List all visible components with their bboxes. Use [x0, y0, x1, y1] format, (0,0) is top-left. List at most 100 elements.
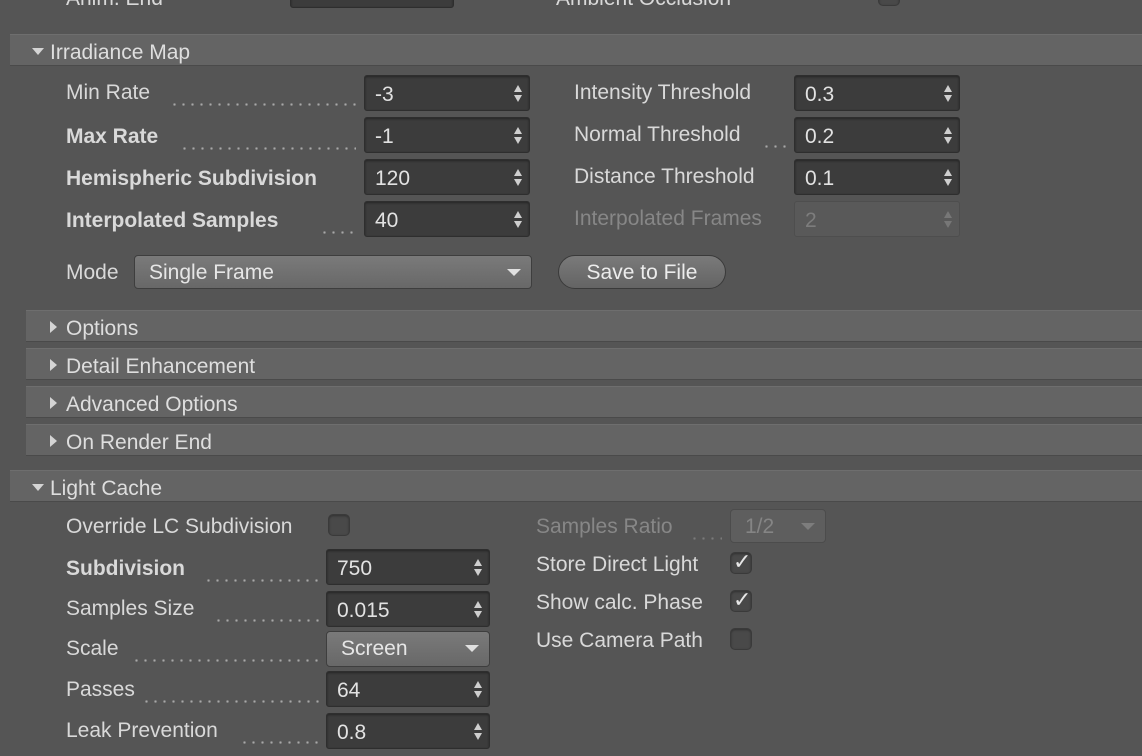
leader-dots: [170, 103, 356, 106]
section-light-cache[interactable]: Light Cache: [10, 470, 1142, 502]
interpolated-samples-field[interactable]: 40: [364, 201, 530, 237]
section-irradiance-map[interactable]: Irradiance Map: [10, 34, 1142, 66]
spinner-arrows-icon[interactable]: [513, 85, 523, 103]
spinner-arrows-icon[interactable]: [473, 723, 483, 741]
normal-threshold-field[interactable]: 0.2: [794, 117, 960, 153]
passes-value: 64: [337, 679, 361, 702]
checkmark-icon: ✓: [733, 549, 752, 574]
leader-dots: [240, 741, 320, 744]
spinner-arrows-icon[interactable]: [943, 85, 953, 103]
scale-value: Screen: [341, 637, 408, 660]
store-direct-light-label: Store Direct Light: [536, 553, 699, 576]
spinner-arrows-icon[interactable]: [943, 169, 953, 187]
intensity-threshold-label: Intensity Threshold: [574, 81, 752, 104]
distance-threshold-field[interactable]: 0.1: [794, 159, 960, 195]
disclosure-triangle-right-icon: [50, 321, 57, 333]
leader-dots: [180, 147, 356, 150]
max-rate-field[interactable]: -1: [364, 117, 530, 153]
samples-size-field[interactable]: 0.015: [326, 591, 490, 627]
samples-ratio-value: 1/2: [745, 515, 775, 538]
leak-prevention-value: 0.8: [337, 721, 367, 744]
ambient-occlusion-checkbox[interactable]: [878, 0, 900, 6]
use-camera-path-label: Use Camera Path: [536, 629, 703, 652]
section-advanced-options[interactable]: Advanced Options: [26, 386, 1142, 418]
save-to-file-button[interactable]: Save to File: [558, 255, 726, 289]
section-title: Advanced Options: [66, 393, 238, 416]
samples-size-value: 0.015: [337, 599, 390, 622]
max-rate-value: -1: [375, 125, 394, 148]
scale-label: Scale: [66, 637, 119, 660]
min-rate-label: Min Rate: [66, 81, 151, 104]
section-title: On Render End: [66, 431, 212, 454]
leader-dots: [204, 579, 320, 582]
show-calc-phase-label: Show calc. Phase: [536, 591, 703, 614]
anim-end-label: Anim. End: [66, 0, 163, 9]
leak-prevention-label: Leak Prevention: [66, 719, 218, 742]
interpolated-samples-value: 40: [375, 209, 399, 232]
hemispheric-subdivision-label: Hemispheric Subdivision: [66, 167, 317, 190]
leader-dots: [762, 145, 786, 148]
leader-dots: [320, 231, 358, 234]
samples-size-label: Samples Size: [66, 597, 195, 620]
intensity-threshold-field[interactable]: 0.3: [794, 75, 960, 111]
spinner-arrows-icon[interactable]: [473, 601, 483, 619]
leader-dots: [132, 659, 320, 662]
subdivision-label: Subdivision: [66, 557, 186, 580]
interpolated-frames-value: 2: [805, 209, 817, 232]
disclosure-triangle-down-icon: [32, 484, 44, 491]
use-camera-path-checkbox[interactable]: [730, 628, 752, 650]
interpolated-frames-label: Interpolated Frames: [574, 207, 762, 230]
intensity-threshold-value: 0.3: [805, 83, 835, 106]
distance-threshold-value: 0.1: [805, 167, 835, 190]
leader-dots: [142, 700, 320, 703]
interpolated-frames-field: 2: [794, 201, 960, 237]
section-on-render-end[interactable]: On Render End: [26, 424, 1142, 456]
section-title: Irradiance Map: [50, 41, 191, 64]
passes-label: Passes: [66, 678, 135, 701]
spinner-arrows-icon: [943, 211, 953, 229]
section-options[interactable]: Options: [26, 310, 1142, 342]
section-title: Detail Enhancement: [66, 355, 256, 378]
mode-label: Mode: [66, 261, 119, 284]
spinner-arrows-icon[interactable]: [473, 559, 483, 577]
spinner-arrows-icon[interactable]: [513, 169, 523, 187]
spinner-arrows-icon[interactable]: [473, 681, 483, 699]
store-direct-light-checkbox[interactable]: ✓: [730, 549, 752, 574]
save-to-file-label: Save to File: [586, 261, 698, 284]
section-detail-enhancement[interactable]: Detail Enhancement: [26, 348, 1142, 380]
max-rate-label: Max Rate: [66, 125, 159, 148]
subdivision-field[interactable]: 750: [326, 549, 490, 585]
section-title: Light Cache: [50, 477, 163, 500]
override-lc-subdivision-label: Override LC Subdivision: [66, 515, 293, 538]
dropdown-caret-icon: [507, 269, 521, 276]
samples-ratio-label: Samples Ratio: [536, 515, 673, 538]
spinner-arrows-icon[interactable]: [513, 127, 523, 145]
checkmark-icon: ✓: [733, 587, 752, 612]
disclosure-triangle-right-icon: [50, 359, 57, 371]
anim-end-field[interactable]: [290, 0, 454, 8]
normal-threshold-value: 0.2: [805, 125, 835, 148]
leader-dots: [214, 619, 320, 622]
spinner-arrows-icon[interactable]: [513, 211, 523, 229]
samples-ratio-dropdown: 1/2: [730, 509, 826, 543]
section-title: Options: [66, 317, 139, 340]
passes-field[interactable]: 64: [326, 671, 490, 707]
ambient-occlusion-label: Ambient Occlusion: [556, 0, 731, 9]
disclosure-triangle-right-icon: [50, 435, 57, 447]
mode-value: Single Frame: [149, 261, 274, 284]
normal-threshold-label: Normal Threshold: [574, 123, 741, 146]
disclosure-triangle-right-icon: [50, 397, 57, 409]
scale-dropdown[interactable]: Screen: [326, 631, 490, 667]
dropdown-caret-icon: [801, 523, 815, 530]
leak-prevention-field[interactable]: 0.8: [326, 713, 490, 749]
subdivision-value: 750: [337, 557, 373, 580]
spinner-arrows-icon[interactable]: [943, 127, 953, 145]
mode-dropdown[interactable]: Single Frame: [134, 255, 532, 289]
min-rate-value: -3: [375, 83, 394, 106]
override-lc-subdivision-checkbox[interactable]: [328, 514, 350, 536]
disclosure-triangle-down-icon: [32, 48, 44, 55]
hemispheric-subdivision-field[interactable]: 120: [364, 159, 530, 195]
interpolated-samples-label: Interpolated Samples: [66, 209, 279, 232]
min-rate-field[interactable]: -3: [364, 75, 530, 111]
show-calc-phase-checkbox[interactable]: ✓: [730, 587, 752, 612]
